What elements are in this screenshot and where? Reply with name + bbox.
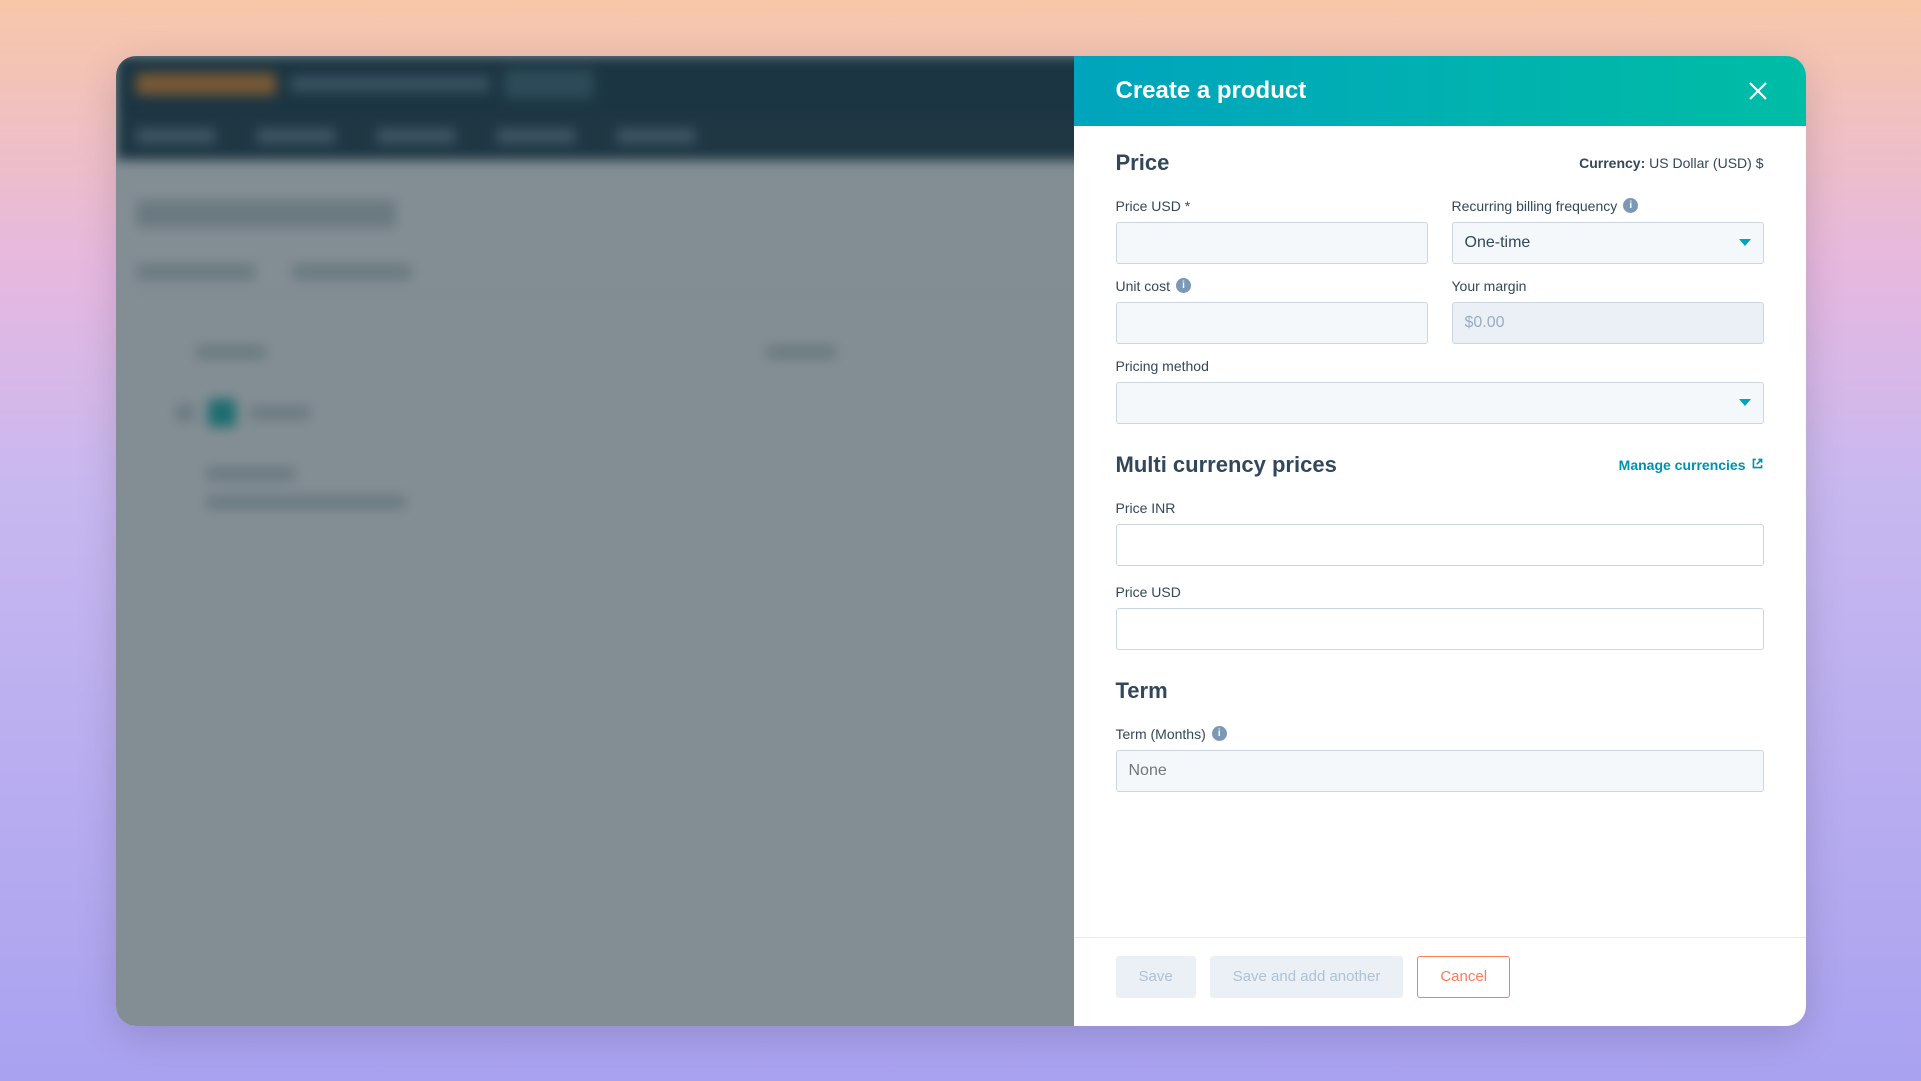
term-title: Term <box>1116 678 1168 704</box>
margin-label: Your margin <box>1452 278 1764 294</box>
page-background: Create a product Price Currency: US Doll… <box>0 0 1921 1081</box>
multicurrency-title: Multi currency prices <box>1116 452 1337 478</box>
unit-cost-input[interactable] <box>1116 302 1428 344</box>
currency-display: Currency: US Dollar (USD) $ <box>1579 155 1763 171</box>
close-button[interactable] <box>1742 75 1774 107</box>
currency-prefix: Currency: <box>1579 155 1645 171</box>
price-usd-multi-label: Price USD <box>1116 584 1764 600</box>
pricing-method-select[interactable] <box>1116 382 1764 424</box>
billing-frequency-label: Recurring billing frequency i <box>1452 198 1764 214</box>
currency-value: US Dollar (USD) $ <box>1649 155 1763 171</box>
price-usd-input[interactable] <box>1116 222 1428 264</box>
manage-currencies-link[interactable]: Manage currencies <box>1619 457 1764 473</box>
margin-output <box>1452 302 1764 344</box>
price-usd-multi-input[interactable] <box>1116 608 1764 650</box>
billing-frequency-label-text: Recurring billing frequency <box>1452 198 1618 214</box>
unit-cost-label: Unit cost i <box>1116 278 1428 294</box>
create-product-panel: Create a product Price Currency: US Doll… <box>1074 56 1806 1026</box>
unit-cost-label-text: Unit cost <box>1116 278 1170 294</box>
panel-footer: Save Save and add another Cancel <box>1074 937 1806 1026</box>
panel-header: Create a product <box>1074 56 1806 126</box>
info-icon[interactable]: i <box>1212 726 1227 741</box>
app-window: Create a product Price Currency: US Doll… <box>116 56 1806 1026</box>
save-and-add-another-button[interactable]: Save and add another <box>1210 956 1404 998</box>
info-icon[interactable]: i <box>1176 278 1191 293</box>
panel-title: Create a product <box>1116 77 1307 105</box>
term-months-label: Term (Months) i <box>1116 726 1764 742</box>
multicurrency-section-header: Multi currency prices Manage currencies <box>1116 452 1764 478</box>
chevron-down-icon <box>1739 239 1751 246</box>
cancel-button[interactable]: Cancel <box>1417 956 1510 998</box>
save-button[interactable]: Save <box>1116 956 1196 998</box>
chevron-down-icon <box>1739 399 1751 406</box>
term-months-label-text: Term (Months) <box>1116 726 1206 742</box>
billing-frequency-select[interactable]: One-time <box>1452 222 1764 264</box>
panel-body: Price Currency: US Dollar (USD) $ Price … <box>1074 126 1806 937</box>
price-inr-label: Price INR <box>1116 500 1764 516</box>
term-months-input[interactable] <box>1116 750 1764 792</box>
pricing-method-label: Pricing method <box>1116 358 1764 374</box>
external-link-icon <box>1751 457 1764 473</box>
price-section-title: Price <box>1116 150 1170 176</box>
billing-frequency-value: One-time <box>1465 234 1531 252</box>
price-inr-input[interactable] <box>1116 524 1764 566</box>
manage-currencies-text: Manage currencies <box>1619 457 1746 473</box>
price-usd-label: Price USD * <box>1116 198 1428 214</box>
close-icon <box>1746 79 1770 103</box>
price-section-header: Price Currency: US Dollar (USD) $ <box>1116 150 1764 176</box>
info-icon[interactable]: i <box>1623 198 1638 213</box>
term-section-header: Term <box>1116 678 1764 704</box>
